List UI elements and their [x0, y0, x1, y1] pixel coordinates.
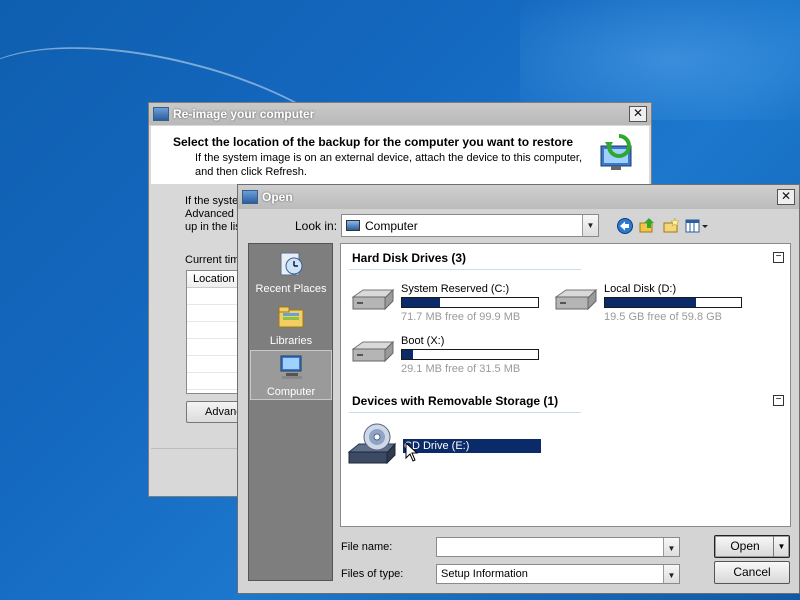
reimage-header-title: Select the location of the backup for th…	[173, 135, 574, 149]
body-line: up in the lis	[185, 221, 241, 233]
drive-usage-bar	[604, 297, 742, 308]
chevron-down-icon[interactable]: ▼	[663, 565, 679, 583]
open-button[interactable]: Open ▼	[714, 535, 790, 558]
hard-drive-icon	[554, 288, 598, 311]
drive-usage-fill	[605, 298, 697, 307]
place-libraries[interactable]: Libraries	[250, 300, 332, 350]
drive-item-d[interactable]: Local Disk (D:) 19.5 GB free of 59.8 GB	[552, 283, 752, 323]
drive-name: CD Drive (E:)	[403, 439, 541, 453]
reimage-header-subtitle: If the system image is on an external de…	[195, 152, 583, 178]
drive-free-space: 29.1 MB free of 31.5 MB	[401, 363, 521, 375]
drive-usage-fill	[402, 350, 413, 359]
open-titlebar[interactable]: Open ✕	[238, 185, 799, 209]
current-time-label: Current tim	[185, 254, 240, 266]
window-icon	[153, 107, 169, 121]
open-title: Open	[262, 190, 293, 204]
place-label: Computer	[266, 386, 316, 398]
open-dialog: Open ✕ Look in: Computer ▼ Recent Places…	[237, 184, 800, 594]
drive-usage-bar	[401, 297, 539, 308]
reimage-close-button[interactable]: ✕	[629, 106, 647, 122]
file-type-dropdown[interactable]: Setup Information ▼	[436, 564, 680, 584]
lookin-value: Computer	[365, 218, 418, 233]
body-line: If the syste	[185, 195, 239, 207]
cd-drive-icon	[347, 423, 397, 465]
file-name-label: File name:	[341, 541, 393, 553]
open-button-label: Open	[730, 539, 760, 553]
places-bar: Recent Places Libraries Computer	[248, 243, 333, 581]
body-line: Advanced	[185, 208, 234, 220]
computer-icon	[280, 355, 302, 379]
computer-icon	[346, 220, 360, 231]
group-divider	[349, 412, 581, 413]
open-close-button[interactable]: ✕	[777, 189, 795, 205]
hard-drive-icon	[351, 288, 395, 311]
drive-free-space: 71.7 MB free of 99.9 MB	[401, 311, 521, 323]
group-header-removable-storage[interactable]: Devices with Removable Storage (1)	[352, 394, 558, 408]
drive-usage-fill	[402, 298, 441, 307]
reimage-title: Re-image your computer	[173, 107, 315, 121]
chevron-down-icon[interactable]: ▼	[582, 215, 598, 236]
view-menu-icon[interactable]	[684, 217, 710, 235]
reimage-titlebar[interactable]: Re-image your computer ✕	[149, 103, 651, 125]
lookin-dropdown[interactable]: Computer ▼	[341, 214, 599, 237]
file-name-input[interactable]: ▼	[436, 537, 680, 557]
drive-item-c[interactable]: System Reserved (C:) 71.7 MB free of 99.…	[349, 283, 549, 323]
group-divider	[349, 269, 581, 270]
cancel-button[interactable]: Cancel	[714, 561, 790, 584]
place-computer[interactable]: Computer	[250, 350, 332, 400]
collapse-icon[interactable]: −	[773, 395, 784, 406]
drive-name: Boot (X:)	[401, 335, 445, 347]
lookin-label: Look in:	[295, 219, 338, 233]
drive-usage-bar	[401, 349, 539, 360]
back-icon[interactable]	[616, 217, 634, 235]
chevron-down-icon[interactable]: ▼	[663, 538, 679, 556]
place-label: Libraries	[269, 335, 313, 347]
mouse-cursor-icon	[405, 442, 419, 462]
drive-name: Local Disk (D:)	[604, 283, 677, 295]
hard-drive-icon	[351, 340, 395, 363]
reimage-header: Select the location of the backup for th…	[151, 126, 649, 184]
file-list-pane[interactable]: Hard Disk Drives (3) − System Reserved (…	[340, 243, 791, 527]
drive-free-space: 19.5 GB free of 59.8 GB	[604, 311, 723, 323]
reimage-body-text: If the syste Advanced up in the lis	[185, 195, 245, 234]
place-recent-places[interactable]: Recent Places	[250, 248, 332, 298]
recent-places-icon	[280, 252, 303, 276]
up-folder-icon[interactable]	[638, 217, 656, 235]
new-folder-icon[interactable]	[662, 217, 680, 235]
chevron-down-icon[interactable]: ▼	[773, 536, 789, 557]
drive-name: System Reserved (C:)	[401, 283, 510, 295]
group-header-hard-disk-drives[interactable]: Hard Disk Drives (3)	[352, 251, 466, 265]
place-label: Recent Places	[255, 283, 327, 295]
file-type-value: Setup Information	[441, 568, 528, 580]
backup-restore-icon	[600, 134, 632, 170]
libraries-icon	[278, 306, 304, 328]
drive-item-x[interactable]: Boot (X:) 29.1 MB free of 31.5 MB	[349, 335, 549, 375]
file-type-label: Files of type:	[341, 568, 404, 580]
collapse-icon[interactable]: −	[773, 252, 784, 263]
window-icon	[242, 190, 258, 204]
